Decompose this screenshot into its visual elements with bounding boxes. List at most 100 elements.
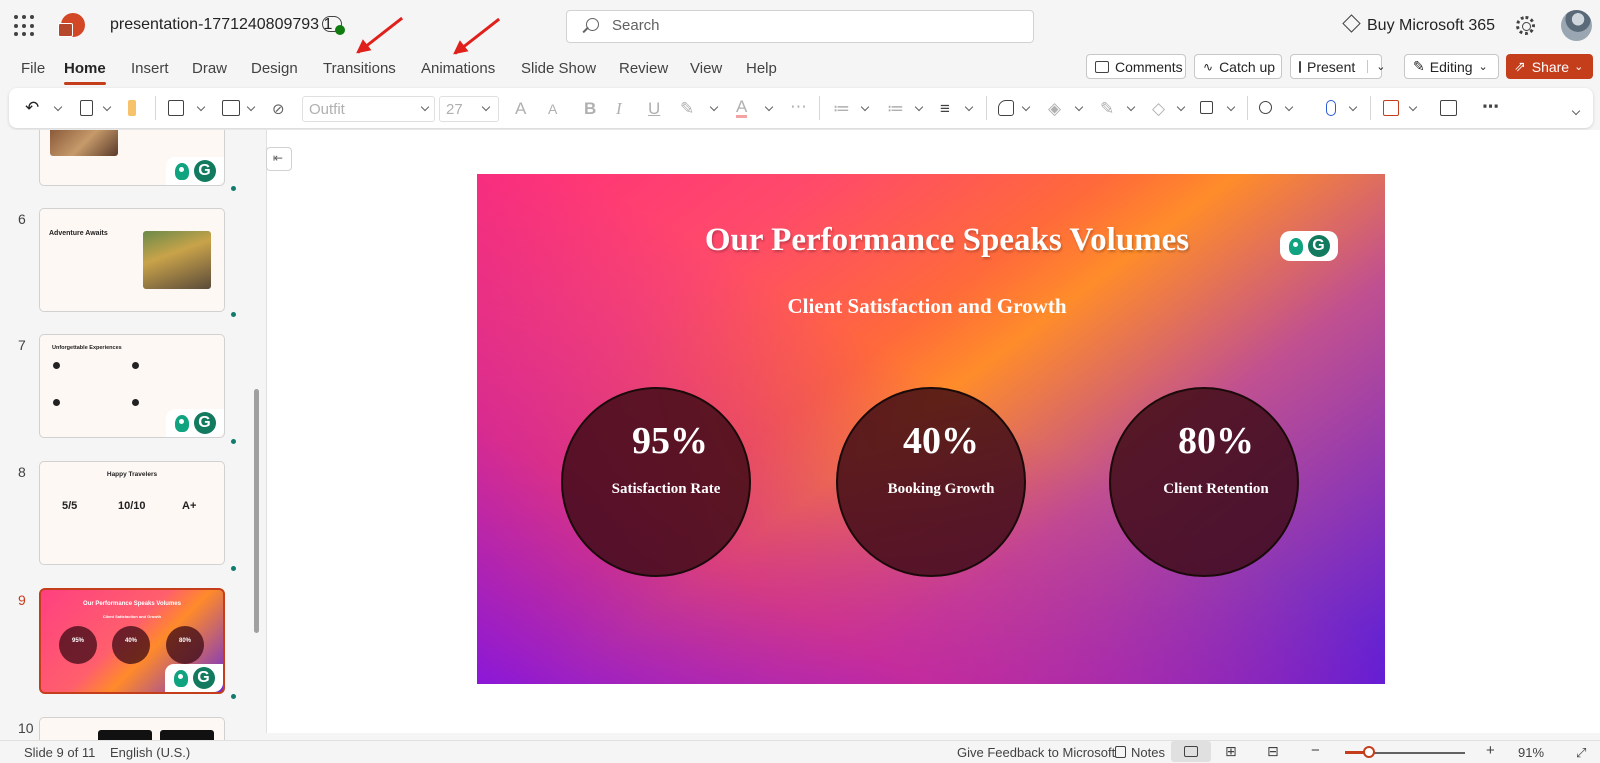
comment-icon: [1095, 60, 1109, 73]
thumbnail-stat: 10/10: [118, 500, 146, 512]
slide-subtitle[interactable]: Client Satisfaction and Growth: [477, 294, 1377, 319]
slide-thumbnail-9-selected[interactable]: Our Performance Speaks Volumes Client Sa…: [39, 588, 225, 694]
new-slide-icon[interactable]: [168, 100, 184, 116]
cloud-saved-icon[interactable]: [322, 16, 345, 35]
zoom-out-icon[interactable]: −: [1311, 742, 1320, 759]
format-painter-icon[interactable]: [128, 100, 136, 116]
tab-insert[interactable]: Insert: [131, 60, 169, 77]
thumbnail-number-current: 9: [18, 592, 26, 608]
metric-value: 80%: [1178, 420, 1254, 462]
metric-label: Client Retention: [1163, 481, 1269, 497]
font-size-field[interactable]: 27: [439, 96, 499, 122]
tab-help[interactable]: Help: [746, 60, 777, 77]
settings-gear-icon[interactable]: [1516, 16, 1535, 35]
slide-sorter-icon[interactable]: ⊞: [1225, 743, 1237, 760]
align-icon[interactable]: ≡: [940, 99, 950, 119]
highlight-icon[interactable]: ✎: [680, 99, 694, 119]
slide-thumbnail-6[interactable]: Adventure Awaits: [39, 208, 225, 312]
more-options-icon[interactable]: ⋯: [1482, 97, 1499, 117]
bullets-icon[interactable]: ≔: [833, 99, 850, 119]
catch-up-button[interactable]: ∿ Catch up: [1194, 54, 1282, 79]
shapes-icon[interactable]: [998, 100, 1014, 116]
share-button[interactable]: ⇗ Share ⌄: [1506, 54, 1593, 79]
tab-slide-show[interactable]: Slide Show: [521, 60, 596, 77]
tab-design[interactable]: Design: [251, 60, 298, 77]
grammarly-badge[interactable]: G: [1280, 231, 1338, 261]
document-title[interactable]: presentation-1771240809793 1: [110, 16, 332, 34]
font-color-icon[interactable]: A: [736, 98, 748, 118]
avatar[interactable]: [1561, 10, 1592, 41]
thumbnail-status-dot: [231, 312, 236, 317]
slide-thumbnail-5[interactable]: G: [39, 130, 225, 186]
italic-icon[interactable]: I: [616, 99, 622, 119]
app-launcher-icon[interactable]: [14, 15, 36, 37]
notes-button[interactable]: Notes: [1131, 745, 1165, 760]
zoom-in-icon[interactable]: +: [1486, 742, 1495, 759]
more-font-options-icon[interactable]: ⋯: [790, 97, 807, 117]
search-icon: [586, 18, 599, 31]
notes-icon[interactable]: [1115, 746, 1126, 758]
tab-draw[interactable]: Draw: [192, 60, 227, 77]
metric-circle-satisfaction[interactable]: 95% Satisfaction Rate: [561, 387, 751, 577]
increase-font-icon[interactable]: A: [515, 99, 526, 119]
tab-file[interactable]: File: [21, 60, 45, 77]
tab-review[interactable]: Review: [619, 60, 668, 77]
slide-title[interactable]: Our Performance Speaks Volumes: [477, 222, 1385, 259]
ribbon-separator: [1247, 96, 1248, 120]
collapse-pane-icon[interactable]: ⇤: [266, 147, 292, 171]
zoom-slider-thumb[interactable]: [1363, 746, 1375, 758]
numbering-icon[interactable]: ≔: [887, 99, 904, 119]
normal-view-button[interactable]: [1171, 741, 1211, 762]
buy-microsoft-365-link[interactable]: Buy Microsoft 365: [1367, 17, 1495, 35]
metric-value: 95%: [632, 420, 708, 462]
tab-home[interactable]: Home: [64, 60, 106, 77]
undo-icon[interactable]: ↶: [25, 98, 41, 117]
arrange-icon[interactable]: [1200, 101, 1213, 114]
underline-icon[interactable]: U: [648, 99, 660, 119]
present-label: Present: [1307, 58, 1356, 75]
language-indicator[interactable]: English (U.S.): [110, 745, 190, 760]
grammarly-icon: G: [193, 160, 216, 182]
dictate-microphone-icon[interactable]: [1326, 100, 1336, 116]
comments-button[interactable]: Comments: [1086, 54, 1186, 79]
slide-thumbnail-10[interactable]: [39, 717, 225, 740]
hide-slide-icon[interactable]: ⊘: [272, 100, 288, 118]
designer-icon[interactable]: [1383, 100, 1399, 116]
slide-thumbnail-8[interactable]: Happy Travelers 5/5 10/10 A+: [39, 461, 225, 565]
pencil-icon: ✎: [1413, 58, 1425, 74]
fit-to-window-icon[interactable]: ⤢: [1576, 745, 1586, 761]
ribbon-separator: [1370, 96, 1371, 120]
thumbnail-stat: 40%: [124, 638, 137, 644]
thumbnail-scrollbar[interactable]: [254, 389, 259, 633]
chevron-down-icon[interactable]: ⌄: [1367, 60, 1385, 73]
font-name-field[interactable]: Outfit: [302, 96, 435, 122]
shape-outline-icon[interactable]: ✎: [1100, 99, 1114, 119]
add-in-icon[interactable]: [1440, 100, 1457, 116]
slideshow-view-icon[interactable]: ⊟: [1267, 743, 1279, 760]
bold-icon[interactable]: B: [584, 99, 596, 119]
slide-thumbnail-7[interactable]: Unforgettable Experiences G: [39, 334, 225, 438]
main-slide[interactable]: Our Performance Speaks Volumes Client Sa…: [477, 174, 1385, 684]
present-button[interactable]: Present ⌄: [1290, 54, 1385, 79]
tab-transitions[interactable]: Transitions: [323, 60, 396, 77]
shape-effects-icon[interactable]: ◇: [1152, 99, 1165, 119]
powerpoint-logo-icon: [58, 13, 85, 37]
ribbon-separator: [155, 96, 156, 120]
pulse-icon: ∿: [1203, 59, 1214, 74]
editing-mode-button[interactable]: ✎ Editing ⌄: [1404, 54, 1499, 79]
decrease-font-icon[interactable]: A: [548, 101, 557, 117]
metric-circle-booking[interactable]: 40% Booking Growth: [836, 387, 1026, 577]
tab-animations[interactable]: Animations: [421, 60, 495, 77]
tab-view[interactable]: View: [690, 60, 722, 77]
find-icon[interactable]: [1259, 101, 1272, 114]
lightbulb-icon: [174, 162, 189, 180]
shape-fill-icon[interactable]: ◈: [1048, 99, 1061, 119]
layout-icon[interactable]: [222, 100, 240, 116]
feedback-link[interactable]: Give Feedback to Microsoft: [957, 745, 1115, 760]
share-icon: ⇗: [1514, 58, 1526, 74]
ribbon-separator: [986, 96, 987, 120]
zoom-level[interactable]: 91%: [1518, 745, 1544, 760]
clipboard-icon[interactable]: [80, 100, 93, 116]
grammarly-badge: G: [166, 157, 224, 185]
metric-circle-retention[interactable]: 80% Client Retention: [1109, 387, 1299, 577]
